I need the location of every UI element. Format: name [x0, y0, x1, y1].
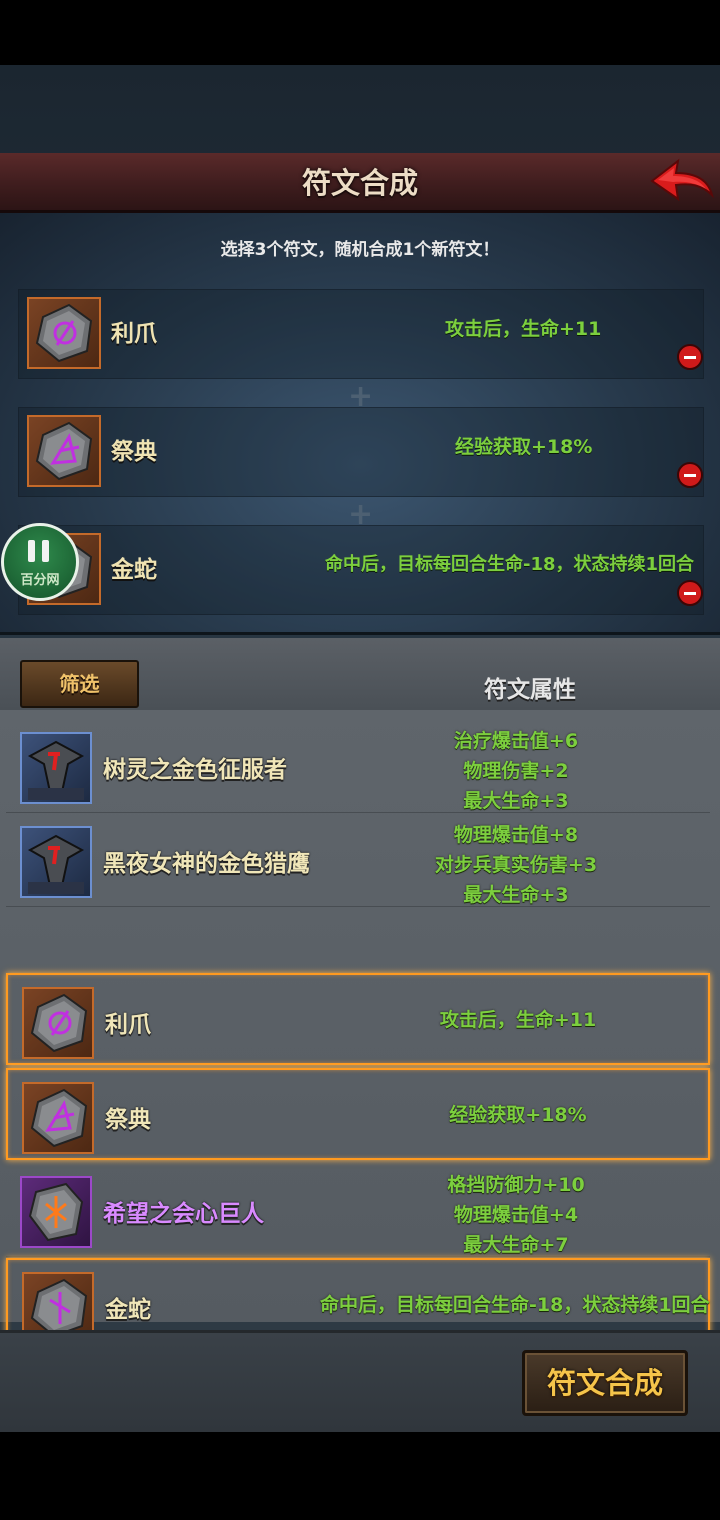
- selected-slot-2[interactable]: 祭典 经验获取+18%: [18, 407, 704, 497]
- rune-stats: 治疗爆击值+6 物理伤害+2 最大生命+3: [386, 726, 646, 816]
- helmet-rune-icon: [20, 826, 92, 898]
- filter-bar: 筛选 符文属性: [0, 638, 720, 710]
- synthesize-button[interactable]: 符文合成: [522, 1350, 688, 1416]
- svg-text:百分网: 百分网: [20, 572, 59, 588]
- rune-attributes-header: 符文属性: [484, 677, 576, 703]
- rune-list-item-selected[interactable]: 祭典 经验获取+18%: [6, 1068, 710, 1160]
- rune-name: 黑夜女神的金色猎鹰: [103, 851, 310, 877]
- slot-rune-name: 利爪: [111, 321, 157, 347]
- rune-stat-line: 命中后，目标每回合生命-18，状态持续1回合: [320, 1294, 710, 1316]
- rune-stats: 命中后，目标每回合生命-18，状态持续1回合: [320, 1290, 720, 1320]
- slot-rune-name: 金蛇: [111, 557, 157, 583]
- slot-rune-effect: 命中后，目标每回合生命-18，状态持续1回合: [325, 554, 695, 575]
- rune-stats: 格挡防御力+10 物理爆击值+4 最大生命+7: [386, 1170, 646, 1260]
- watermark-logo: 百分网: [1, 523, 79, 601]
- selected-slot-1[interactable]: 利爪 攻击后，生命+11: [18, 289, 704, 379]
- rune-list-item[interactable]: 黑夜女神的金色猎鹰 物理爆击值+8 对步兵真实伤害+3 最大生命+3: [6, 814, 710, 907]
- rune-stat-line: 物理爆击值+8: [453, 824, 579, 846]
- remove-slot-button[interactable]: [677, 462, 703, 488]
- rune-name: 利爪: [105, 1012, 151, 1038]
- back-button[interactable]: [644, 153, 716, 213]
- rune-name: 树灵之金色征服者: [103, 757, 287, 783]
- rune-list[interactable]: 树灵之金色征服者 治疗爆击值+6 物理伤害+2 最大生命+3 黑夜女神的金色猎鹰…: [0, 710, 720, 1350]
- navigation-bar-area: [0, 1432, 720, 1520]
- rune-stat-line: 经验获取+18%: [449, 1104, 587, 1126]
- rune-stat-line: 最大生命+7: [463, 1234, 569, 1256]
- selected-slot-3[interactable]: 金蛇 命中后，目标每回合生命-18，状态持续1回合: [18, 525, 704, 615]
- status-bar-area: [0, 0, 720, 65]
- rune-stone-icon: [20, 1176, 92, 1248]
- rune-list-item-selected[interactable]: 利爪 攻击后，生命+11: [6, 973, 710, 1065]
- rune-icon: [27, 297, 101, 369]
- helmet-rune-icon: [20, 732, 92, 804]
- rune-stone-icon: [22, 1082, 94, 1154]
- rune-name: 金蛇: [105, 1297, 151, 1323]
- rune-stat-line: 物理伤害+2: [463, 760, 569, 782]
- back-arrow-icon: [650, 158, 714, 202]
- rune-stat-line: 格挡防御力+10: [447, 1174, 585, 1196]
- slot-rune-name: 祭典: [111, 439, 157, 465]
- selected-runes-panel: 选择3个符文，随机合成1个新符文！ 利爪 攻击后，生命+11 + 祭典 经验获取…: [0, 213, 720, 635]
- rune-stat-line: 物理爆击值+4: [453, 1204, 579, 1226]
- filter-button[interactable]: 筛选: [20, 660, 139, 708]
- rune-stats: 经验获取+18%: [388, 1100, 648, 1130]
- plus-icon: +: [348, 497, 374, 532]
- plus-icon: +: [348, 379, 374, 414]
- rune-name: 祭典: [105, 1107, 151, 1133]
- bottom-action-bar: 符文合成: [0, 1330, 720, 1432]
- instruction-text: 选择3个符文，随机合成1个新符文！: [220, 240, 500, 260]
- rune-stat-line: 最大生命+3: [463, 884, 569, 906]
- rune-stat-line: 攻击后，生命+11: [439, 1009, 597, 1031]
- rune-stat-line: 最大生命+3: [463, 790, 569, 812]
- rune-stats: 物理爆击值+8 对步兵真实伤害+3 最大生命+3: [386, 820, 646, 910]
- slot-rune-effect: 经验获取+18%: [455, 436, 593, 458]
- title-bar: 符文合成: [0, 153, 720, 213]
- rune-stat-line: 对步兵真实伤害+3: [434, 854, 598, 876]
- remove-slot-button[interactable]: [677, 580, 703, 606]
- rune-stats: 攻击后，生命+11: [388, 1005, 648, 1035]
- slot-rune-effect: 攻击后，生命+11: [445, 318, 602, 340]
- rune-name: 希望之会心巨人: [103, 1201, 264, 1227]
- remove-slot-button[interactable]: [677, 344, 703, 370]
- rune-stone-icon: [22, 987, 94, 1059]
- rune-list-item[interactable]: 希望之会心巨人 格挡防御力+10 物理爆击值+4 最大生命+7: [6, 1164, 710, 1257]
- rune-stat-line: 治疗爆击值+6: [453, 730, 579, 752]
- game-screen: 符文合成 选择3个符文，随机合成1个新符文！ 利爪 攻击后，生命+11 + 祭典…: [0, 65, 720, 1432]
- rune-icon: [27, 415, 101, 487]
- rune-list-item[interactable]: 树灵之金色征服者 治疗爆击值+6 物理伤害+2 最大生命+3: [6, 720, 710, 813]
- page-title: 符文合成: [301, 166, 418, 200]
